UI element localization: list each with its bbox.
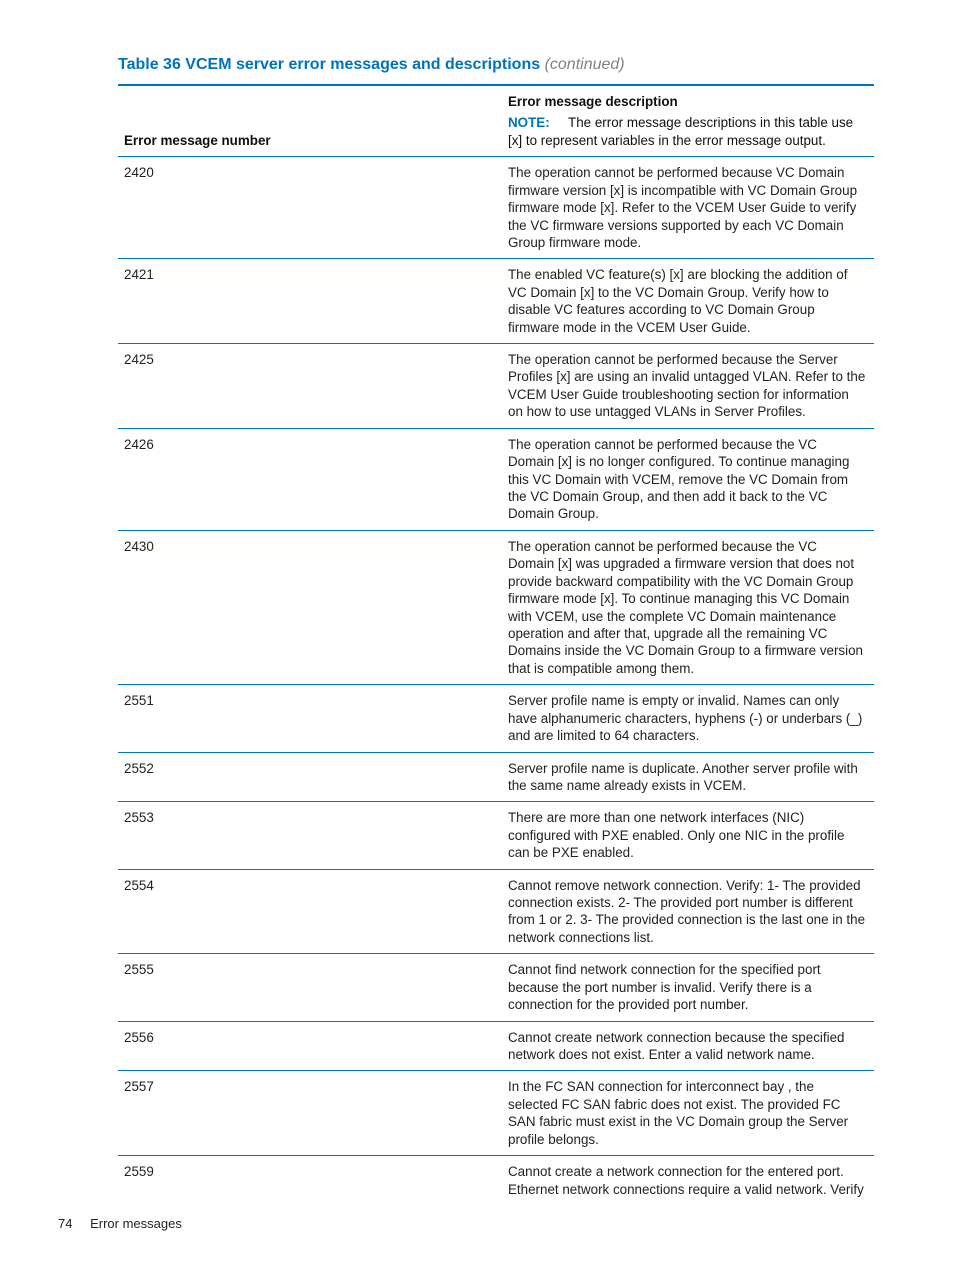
table-row: 2559Cannot create a network connection f…	[118, 1156, 874, 1205]
error-number-cell: 2430	[118, 530, 502, 684]
error-number-cell: 2552	[118, 752, 502, 802]
error-number-cell: 2557	[118, 1071, 502, 1156]
table-title-main: Table 36 VCEM server error messages and …	[118, 56, 540, 73]
table-row: 2555Cannot find network connection for t…	[118, 954, 874, 1021]
table-row: 2426The operation cannot be performed be…	[118, 428, 874, 530]
error-description-cell: The operation cannot be performed becaus…	[502, 157, 874, 259]
table-row: 2430The operation cannot be performed be…	[118, 530, 874, 684]
note-label: NOTE:	[508, 115, 550, 130]
error-description-cell: Cannot create a network connection for t…	[502, 1156, 874, 1205]
error-description-cell: The operation cannot be performed becaus…	[502, 428, 874, 530]
error-description-cell: The enabled VC feature(s) [x] are blocki…	[502, 259, 874, 344]
table-row: 2556Cannot create network connection bec…	[118, 1021, 874, 1071]
error-description-cell: Cannot remove network connection. Verify…	[502, 869, 874, 954]
error-number-cell: 2556	[118, 1021, 502, 1071]
error-description-cell: Cannot create network connection because…	[502, 1021, 874, 1071]
error-number-cell: 2420	[118, 157, 502, 259]
column-header-description: Error message description NOTE: The erro…	[502, 85, 874, 157]
column-header-number-text: Error message number	[124, 133, 271, 148]
table-row: 2552Server profile name is duplicate. An…	[118, 752, 874, 802]
table-row: 2554Cannot remove network connection. Ve…	[118, 869, 874, 954]
error-number-cell: 2554	[118, 869, 502, 954]
table-row: 2420The operation cannot be performed be…	[118, 157, 874, 259]
error-description-cell: Server profile name is duplicate. Anothe…	[502, 752, 874, 802]
error-number-cell: 2551	[118, 685, 502, 752]
table-row: 2421The enabled VC feature(s) [x] are bl…	[118, 259, 874, 344]
table-row: 2553There are more than one network inte…	[118, 802, 874, 869]
table-row: 2425The operation cannot be performed be…	[118, 344, 874, 429]
error-number-cell: 2559	[118, 1156, 502, 1205]
error-description-cell: There are more than one network interfac…	[502, 802, 874, 869]
error-description-cell: The operation cannot be performed becaus…	[502, 344, 874, 429]
table-row: 2551Server profile name is empty or inva…	[118, 685, 874, 752]
error-description-cell: Cannot find network connection for the s…	[502, 954, 874, 1021]
page-footer: 74 Error messages	[58, 1216, 182, 1231]
table-caption: Table 36 VCEM server error messages and …	[118, 56, 874, 74]
error-messages-table: Error message number Error message descr…	[118, 84, 874, 1205]
column-header-description-text: Error message description	[508, 93, 866, 110]
error-description-cell: The operation cannot be performed becaus…	[502, 530, 874, 684]
footer-section: Error messages	[90, 1216, 182, 1231]
error-number-cell: 2425	[118, 344, 502, 429]
error-description-cell: In the FC SAN connection for interconnec…	[502, 1071, 874, 1156]
column-header-number: Error message number	[118, 85, 502, 157]
error-description-cell: Server profile name is empty or invalid.…	[502, 685, 874, 752]
table-row: 2557In the FC SAN connection for interco…	[118, 1071, 874, 1156]
table-title-continued: (continued)	[545, 56, 625, 73]
page-number: 74	[58, 1216, 72, 1231]
error-number-cell: 2426	[118, 428, 502, 530]
error-number-cell: 2421	[118, 259, 502, 344]
error-number-cell: 2553	[118, 802, 502, 869]
error-number-cell: 2555	[118, 954, 502, 1021]
